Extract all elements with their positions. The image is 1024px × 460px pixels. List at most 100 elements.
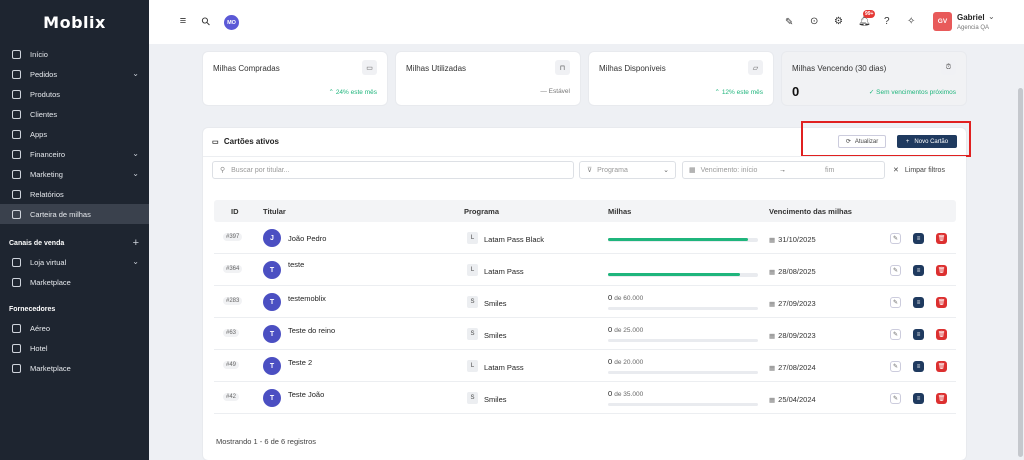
date-start-field[interactable]: Vencimento: início bbox=[701, 167, 758, 174]
sidebar-item-clientes[interactable]: Clientes bbox=[0, 104, 149, 124]
sidebar-item-apps[interactable]: Apps bbox=[0, 124, 149, 144]
edit-button[interactable]: ✎ bbox=[890, 265, 901, 276]
chevron-down-icon[interactable]: ⌄ bbox=[132, 257, 139, 266]
program-name: Smiles bbox=[484, 395, 507, 404]
column-header-programa[interactable]: Programa bbox=[464, 207, 499, 216]
wallet-icon bbox=[12, 209, 21, 219]
new-card-button[interactable]: + Novo Cartão bbox=[897, 135, 957, 148]
play-icon[interactable]: ⊙ bbox=[810, 16, 818, 27]
scrollbar[interactable] bbox=[1018, 88, 1023, 457]
program-badge: L bbox=[467, 232, 478, 244]
edit-button[interactable]: ✎ bbox=[890, 329, 901, 340]
table-row[interactable]: #49 T Teste 2 L Latam Pass 0 de 20.000 ▦ 27/08/… bbox=[214, 350, 956, 382]
details-button[interactable]: ≡ bbox=[913, 361, 924, 372]
plus-icon: + bbox=[905, 138, 910, 145]
holder-name: Teste João bbox=[288, 390, 325, 399]
delete-button[interactable]: 🗑︎ bbox=[936, 393, 947, 404]
details-button[interactable]: ≡ bbox=[913, 393, 924, 404]
table-row[interactable]: #397 J João Pedro L Latam Pass Black ▦ 31/10/2… bbox=[214, 222, 956, 254]
menu-icon[interactable]: ≡ bbox=[176, 15, 190, 27]
notifications-badge: 99+ bbox=[863, 10, 876, 18]
search-input[interactable]: ⚲ Buscar por titular... bbox=[212, 161, 574, 179]
chevron-down-icon[interactable]: ⌄ bbox=[132, 169, 139, 178]
list-icon: ≡ bbox=[916, 363, 921, 370]
close-icon: ✕ bbox=[893, 167, 899, 174]
holder-avatar: T bbox=[263, 325, 281, 343]
sidebar-item-relat-rios[interactable]: Relatórios bbox=[0, 184, 149, 204]
holder-name: teste bbox=[288, 260, 305, 269]
table-row[interactable]: #283 Ttestemoblix S Smiles 0 de 60.000 ▦ 27/09… bbox=[214, 286, 956, 318]
sidebar-item-label: Loja virtual bbox=[30, 257, 67, 267]
trash-icon: 🗑︎ bbox=[937, 300, 946, 306]
chevron-down-icon[interactable]: ⌄ bbox=[132, 149, 139, 158]
calendar-icon: ▦ bbox=[769, 333, 776, 340]
magic-icon[interactable]: ✧ bbox=[907, 16, 915, 27]
program-name: Smiles bbox=[484, 299, 507, 308]
notifications-bell[interactable]: 🔔︎ 99+ bbox=[858, 10, 876, 27]
delete-button[interactable]: 🗑︎ bbox=[936, 329, 947, 340]
sidebar-item-financeiro[interactable]: Financeiro ⌄ bbox=[0, 144, 149, 164]
chevron-down-icon[interactable]: ⌄ bbox=[132, 69, 139, 78]
details-button[interactable]: ≡ bbox=[913, 297, 924, 308]
clear-filters-button[interactable]: ✕ Limpar filtros bbox=[893, 161, 945, 179]
sidebar-item-hotel[interactable]: Hotel bbox=[0, 338, 149, 358]
edit-button[interactable]: ✎ bbox=[890, 393, 901, 404]
logo[interactable]: Moblix bbox=[0, 0, 149, 44]
column-header-id[interactable]: ID bbox=[231, 207, 239, 216]
chevron-down-icon[interactable]: ⌄ bbox=[988, 12, 995, 21]
delete-button[interactable]: 🗑︎ bbox=[936, 265, 947, 276]
details-button[interactable]: ≡ bbox=[913, 233, 924, 244]
holder-name: Teste do reino bbox=[288, 326, 336, 335]
sidebar-item-marketplace[interactable]: Marketplace bbox=[0, 272, 149, 292]
table-row[interactable]: #63 T Teste do reino S Smiles 0 de 25.000 ▦ 28/… bbox=[214, 318, 956, 350]
help-icon[interactable]: ? bbox=[884, 16, 890, 27]
edit-icon[interactable]: ✎ bbox=[785, 17, 793, 28]
program-select[interactable]: ⊽ Programa ⌄ bbox=[579, 161, 676, 179]
document-icon bbox=[12, 69, 21, 79]
sales-section-label: Canais de venda bbox=[9, 239, 65, 247]
delete-button[interactable]: 🗑︎ bbox=[936, 233, 947, 244]
table-header: ID Titular Programa Milhas Vencimento da… bbox=[214, 200, 956, 222]
edit-button[interactable]: ✎ bbox=[890, 297, 901, 308]
table-row[interactable]: #364 Tteste L Latam Pass ▦ 28/08/2025 ✎ ≡ 🗑︎ bbox=[214, 254, 956, 286]
add-channel-button[interactable]: + bbox=[133, 237, 139, 249]
details-button[interactable]: ≡ bbox=[913, 265, 924, 276]
sidebar-item-a-reo[interactable]: Aéreo bbox=[0, 318, 149, 338]
search-icon[interactable]: ⚲ bbox=[196, 12, 215, 31]
details-button[interactable]: ≡ bbox=[913, 329, 924, 340]
sidebar-item-pedidos[interactable]: Pedidos ⌄ bbox=[0, 64, 149, 84]
topbar: ≡ ⚲ MO ✎ ⊙ ⚙ 🔔︎ 99+ ? ✧ GV Gabriel Agenc… bbox=[149, 0, 1024, 44]
stat-card: Milhas Disponíveis ▱ ⌃ 12% este mês bbox=[589, 52, 773, 105]
column-header-vencimento[interactable]: Vencimento das milhas bbox=[769, 207, 852, 216]
user-name[interactable]: Gabriel bbox=[957, 13, 985, 22]
edit-button[interactable]: ✎ bbox=[890, 233, 901, 244]
list-icon: ≡ bbox=[916, 395, 921, 402]
suppliers-section-title: Fornecedores bbox=[9, 305, 56, 313]
list-icon: ≡ bbox=[916, 331, 921, 338]
delete-button[interactable]: 🗑︎ bbox=[936, 297, 947, 308]
delete-button[interactable]: 🗑︎ bbox=[936, 361, 947, 372]
cards-panel: ▭ Cartões ativos ⟳ Atualizar + Novo Cart… bbox=[203, 121, 971, 460]
date-range-input[interactable]: ▦ Vencimento: início → fim bbox=[682, 161, 885, 179]
folder-icon: ▱ bbox=[748, 60, 763, 75]
sidebar-item-marketing[interactable]: Marketing ⌄ bbox=[0, 164, 149, 184]
date-end-field[interactable]: fim bbox=[825, 167, 834, 174]
edit-button[interactable]: ✎ bbox=[890, 361, 901, 372]
gear-icon[interactable]: ⚙ bbox=[834, 16, 843, 27]
stat-trend-label: 24% este mês bbox=[335, 89, 377, 96]
sidebar-item-produtos[interactable]: Produtos bbox=[0, 84, 149, 104]
sidebar-item-label: Produtos bbox=[30, 89, 61, 99]
sidebar-item-marketplace[interactable]: Marketplace bbox=[0, 358, 149, 378]
sidebar-item-loja-virtual[interactable]: Loja virtual ⌄ bbox=[0, 252, 149, 272]
refresh-button[interactable]: ⟳ Atualizar bbox=[838, 135, 886, 148]
sales-section-title: Canais de venda + bbox=[0, 234, 149, 252]
user-avatar[interactable]: GV bbox=[933, 12, 952, 31]
store-avatar[interactable]: MO bbox=[224, 15, 239, 30]
sidebar-item-carteira-de-milhas[interactable]: Carteira de milhas bbox=[0, 204, 149, 224]
column-header-titular[interactable]: Titular bbox=[263, 207, 286, 216]
miles-current: 0 bbox=[608, 389, 613, 398]
column-header-milhas[interactable]: Milhas bbox=[608, 207, 631, 216]
sidebar-item-in-cio[interactable]: Início bbox=[0, 44, 149, 64]
table-row[interactable]: #42 T Teste João S Smiles 0 de 35.000 ▦ 25/04/2… bbox=[214, 382, 956, 414]
stat-trend: ⌃ 24% este mês bbox=[329, 88, 377, 96]
